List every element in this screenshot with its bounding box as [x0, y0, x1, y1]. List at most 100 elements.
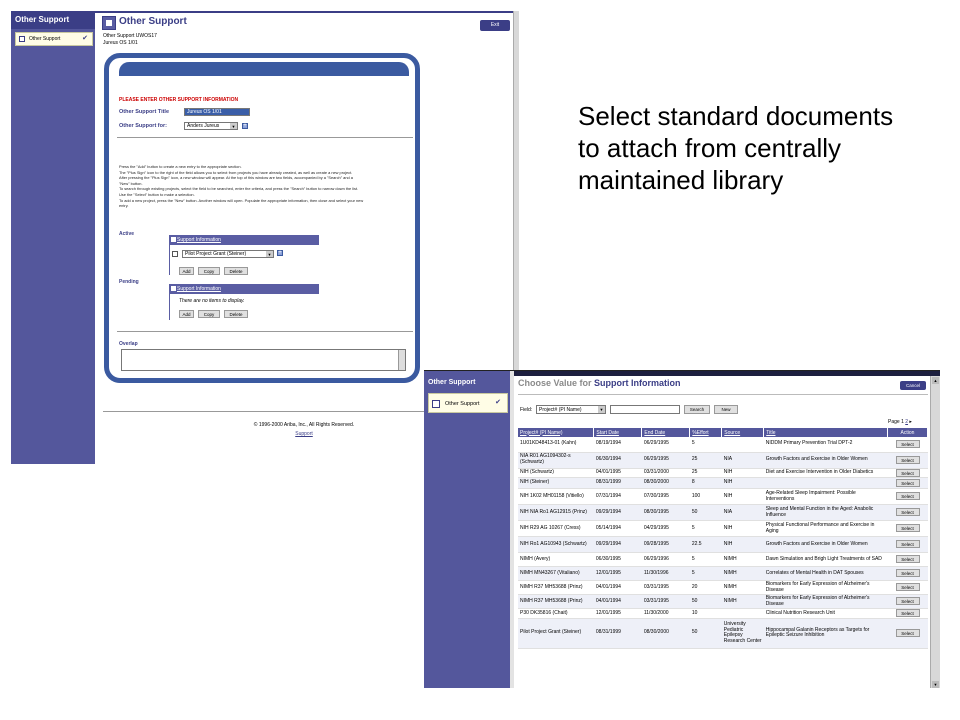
overlap-textarea[interactable] — [121, 349, 406, 371]
page-link-2[interactable]: 2 — [905, 419, 908, 425]
cell-end: 11/30/1996 — [641, 566, 690, 582]
plus-icon[interactable]: + — [242, 123, 248, 129]
cell-start: 08/19/1994 — [593, 437, 642, 453]
select-button[interactable]: Select — [895, 478, 920, 487]
delete-button[interactable]: Delete — [224, 310, 248, 318]
add-button[interactable]: Add — [179, 310, 194, 318]
select-button[interactable]: Select — [895, 524, 920, 533]
cell-end: 06/29/1995 — [641, 437, 690, 453]
cell-project: NIH Ro1 AG10943 (Schwartz) — [518, 536, 594, 554]
next-page-icon[interactable]: ▸ — [909, 419, 912, 425]
select-button[interactable]: Select — [895, 508, 920, 517]
cell-action: Select — [887, 580, 928, 596]
column-header[interactable]: Source — [721, 428, 765, 437]
cell-effort: 10 — [689, 608, 722, 619]
select-button[interactable]: Select — [895, 439, 920, 448]
cell-effort: 5 — [689, 566, 722, 582]
column-header[interactable]: Project# (PI Name) — [518, 428, 595, 437]
table-row: Pilot Project Grant (Steiner) 08/31/1999 0… — [518, 618, 928, 649]
select-button[interactable]: Select — [895, 492, 920, 501]
field-select[interactable]: Project# (PI Name) ▼ — [536, 405, 606, 414]
scroll-up-icon[interactable]: ▲ — [932, 377, 939, 384]
cell-title: NIDDM Primary Prevention Trial DPT-2 — [763, 437, 888, 453]
cell-project: Pilot Project Grant (Steiner) — [518, 618, 594, 649]
select-button[interactable]: Select — [895, 609, 920, 618]
chevron-down-icon: ▼ — [266, 251, 273, 257]
cell-source: NIA — [721, 504, 764, 522]
cell-title — [763, 477, 888, 490]
cell-effort: 5 — [689, 552, 722, 568]
divider — [117, 137, 413, 138]
copy-button[interactable]: Copy — [198, 310, 220, 318]
cell-source — [721, 608, 764, 619]
document-id-line: Other Support UWOS17 — [103, 33, 157, 39]
column-header[interactable]: %Effort — [689, 428, 723, 437]
column-header[interactable]: Start Date — [593, 428, 643, 437]
sidebar-item-other-support[interactable]: Other Support ✔ — [428, 393, 508, 413]
chevron-down-icon: ▼ — [230, 123, 237, 129]
dialog-title: Choose Value for Support Information — [518, 378, 681, 388]
sidebar-item-other-support[interactable]: Other Support ✔ — [15, 32, 93, 46]
cell-project: NIA R01 AG1094302-s (Schwartz) — [518, 452, 594, 469]
select-button[interactable]: Select — [895, 455, 920, 464]
search-button[interactable]: Search — [684, 405, 710, 414]
support-for-select[interactable]: Anders Jureus ▼ — [184, 122, 238, 130]
cell-effort: 8 — [689, 477, 722, 490]
delete-button[interactable]: Delete — [224, 267, 248, 275]
checkmark-icon: ✔ — [495, 399, 501, 406]
cell-source: NIH — [721, 536, 764, 554]
chooser-dialog: Choose Value for Support Information Can… — [514, 376, 940, 688]
sidebar: Other Support Other Support ✔ — [424, 371, 510, 688]
cell-action: Select — [887, 452, 928, 469]
table-row: NIMH R37 MH53688 (Prinz) 04/01/1994 03/31/… — [518, 580, 928, 596]
cell-source — [721, 437, 764, 453]
document-identifier: Other Support UWOS17 Jureus OS 1/01 — [103, 33, 157, 47]
sidebar: Other Support Other Support ✔ — [11, 11, 95, 464]
cancel-button[interactable]: Cancel — [900, 381, 926, 390]
select-button[interactable]: Select — [895, 583, 920, 592]
page-label: Page — [888, 419, 900, 425]
title-input[interactable]: Jureus OS 1/01 — [184, 108, 250, 116]
active-project-value: Pilot Project Grant (Steiner) — [185, 251, 247, 257]
cell-action: Select — [887, 468, 928, 479]
table-row: NIH R29 AG 10267 (Cress) 05/14/1994 04/29/… — [518, 520, 928, 538]
copy-button[interactable]: Copy — [198, 267, 220, 275]
instruction-line: entry. — [119, 203, 129, 209]
sidebar-item-label: Other Support — [445, 401, 480, 407]
dialog-title-field: Support Information — [594, 378, 681, 388]
pending-section-label: Pending — [119, 279, 139, 285]
active-item-checkbox[interactable] — [172, 251, 178, 257]
scroll-down-icon[interactable]: ▼ — [932, 681, 939, 688]
column-header[interactable]: End Date — [641, 428, 691, 437]
cell-action: Select — [887, 488, 928, 506]
scrollbar[interactable] — [398, 350, 405, 370]
active-project-select[interactable]: Pilot Project Grant (Steiner) ▼ — [182, 250, 274, 258]
select-button[interactable]: Select — [895, 468, 920, 477]
cell-title: Biomarkers for Early Expression of Alzhe… — [763, 594, 888, 610]
cell-effort: 50 — [689, 594, 722, 610]
exit-button[interactable]: Exit — [480, 20, 510, 31]
choose-value-screenshot: Other Support Other Support ✔ Choose Val… — [424, 370, 940, 688]
slide-caption: Select standard documents to attach from… — [578, 101, 894, 195]
add-button[interactable]: Add — [179, 267, 194, 275]
sidebar-title: Other Support — [428, 379, 476, 386]
select-button[interactable]: Select — [895, 569, 920, 578]
checkbox-icon — [171, 286, 176, 291]
select-button[interactable]: Select — [895, 540, 920, 549]
active-support-header[interactable]: Support Information — [169, 235, 319, 245]
select-button[interactable]: Select — [895, 628, 920, 637]
scrollbar[interactable]: ▲ ▼ — [930, 376, 940, 688]
column-header[interactable]: Title — [763, 428, 888, 437]
search-input[interactable] — [610, 405, 680, 414]
panel-header-band — [119, 62, 409, 76]
pending-support-header[interactable]: Support Information — [169, 284, 319, 294]
new-button[interactable]: New — [714, 405, 738, 414]
select-button[interactable]: Select — [895, 597, 920, 606]
section-border — [169, 245, 170, 275]
plus-icon[interactable]: + — [277, 250, 283, 256]
sidebar-title: Other Support — [11, 11, 95, 29]
cell-source: NIH — [721, 488, 764, 506]
select-button[interactable]: Select — [895, 555, 920, 564]
support-for-label: Other Support for: — [119, 123, 167, 129]
cell-project: 1U01KD48413-01 (Kahn) — [518, 437, 594, 453]
